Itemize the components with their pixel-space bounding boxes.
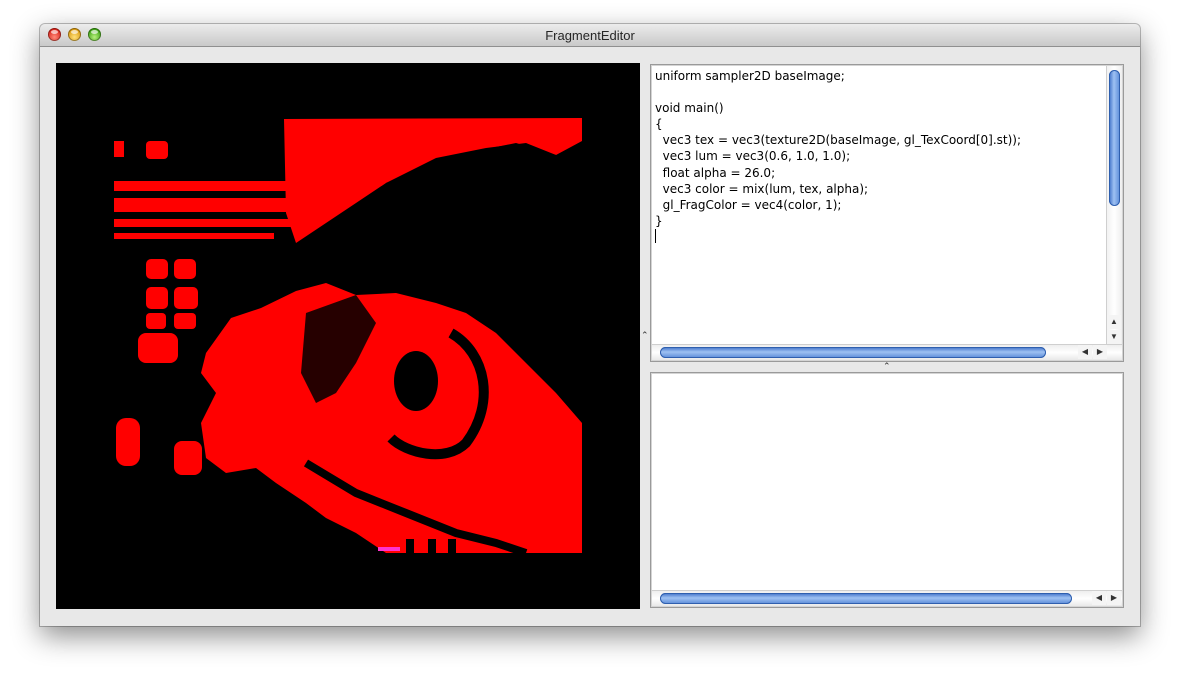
- output-scroll-left-icon[interactable]: ◀: [1092, 591, 1106, 605]
- preview-image: [56, 63, 640, 609]
- vertical-split-divider[interactable]: ⌃: [640, 63, 649, 609]
- horizontal-split-grip-icon[interactable]: ⌃: [883, 362, 891, 371]
- window-title: FragmentEditor: [545, 28, 635, 43]
- output-horizontal-scroll-thumb[interactable]: [660, 593, 1072, 604]
- output-log-panel[interactable]: ◀ ▶: [650, 372, 1124, 608]
- editor-horizontal-scroll-thumb[interactable]: [660, 347, 1046, 358]
- output-horizontal-scrollbar[interactable]: ◀ ▶: [652, 590, 1122, 606]
- shader-source-text[interactable]: uniform sampler2D baseImage; void main()…: [655, 68, 1103, 342]
- split-grip-icon: ⌃: [641, 330, 649, 340]
- editor-vertical-scrollbar[interactable]: ▲ ▼: [1106, 66, 1122, 345]
- editor-horizontal-scrollbar[interactable]: ◀ ▶: [652, 344, 1122, 360]
- scroll-left-icon[interactable]: ◀: [1078, 345, 1092, 359]
- shader-code-editor[interactable]: uniform sampler2D baseImage; void main()…: [650, 64, 1124, 362]
- shader-preview-canvas[interactable]: [56, 63, 640, 609]
- scroll-up-icon[interactable]: ▲: [1107, 315, 1121, 329]
- scroll-right-icon[interactable]: ▶: [1093, 345, 1107, 359]
- output-log-text: [655, 376, 1103, 626]
- text-caret: [655, 229, 656, 243]
- fragment-editor-window: FragmentEditor ⌃ uniform sampler2D baseI…: [40, 24, 1140, 626]
- output-scroll-right-icon[interactable]: ▶: [1107, 591, 1121, 605]
- title-bar[interactable]: FragmentEditor: [40, 24, 1140, 47]
- editor-vertical-scroll-thumb[interactable]: [1109, 70, 1120, 206]
- scroll-down-icon[interactable]: ▼: [1107, 330, 1121, 344]
